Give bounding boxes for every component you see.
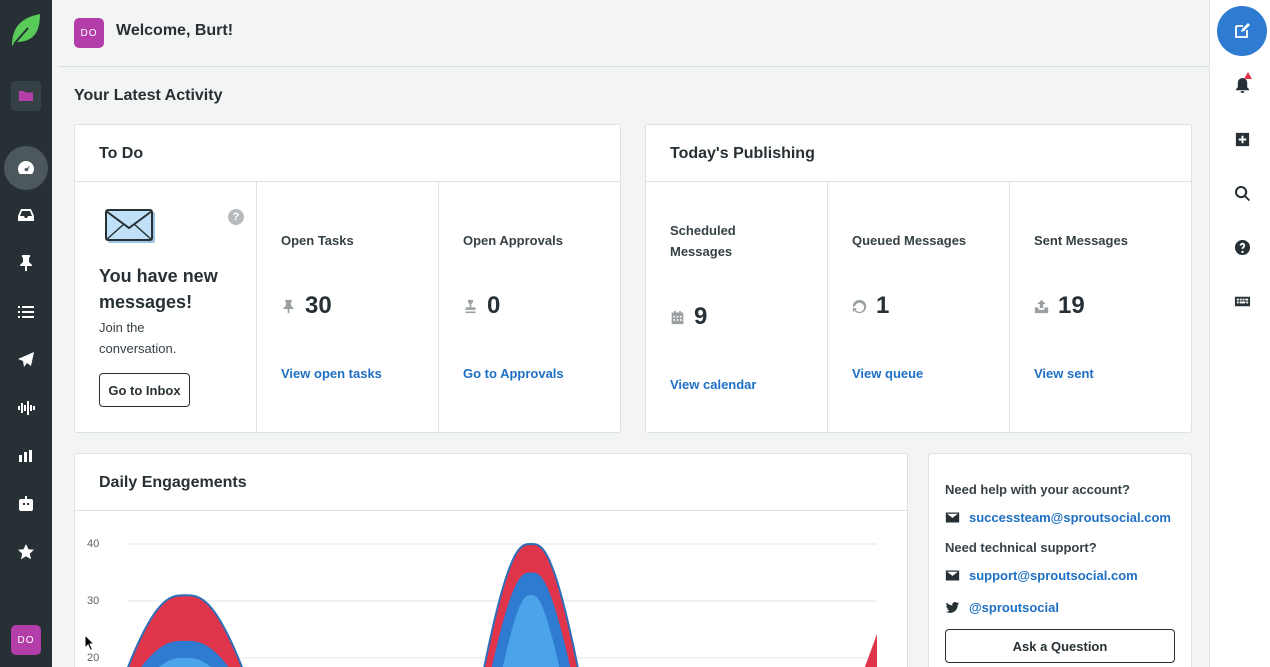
nav-publishing[interactable] [4,338,48,382]
go-to-inbox-button[interactable]: Go to Inbox [99,373,190,407]
help-icon [1234,239,1250,255]
open-tasks-label: Open Tasks [281,233,354,248]
scheduled-messages-count: 9 [694,303,708,330]
envelope-icon [105,209,155,243]
envelope-icon [945,512,960,523]
nav-folder[interactable] [11,81,41,111]
listening-icon [18,401,35,415]
card-title: To Do [99,145,144,162]
sprout-logo[interactable] [10,12,42,48]
nav-tasks[interactable] [4,241,48,285]
pin-icon [283,299,294,313]
twitter-link[interactable]: @sproutsocial [945,600,1059,615]
compose-icon [1235,23,1250,38]
calendar-icon [671,310,684,324]
open-tasks-count: 30 [305,292,332,319]
twitter-icon [945,602,960,613]
send-icon [18,352,34,367]
new-messages-heading: You have new messages! [99,266,218,312]
inbox-panel: ? You have new messages! Join the conver… [75,181,256,433]
queued-messages-count: 1 [876,292,890,319]
folder-icon [19,91,33,101]
sent-tray-icon [1034,299,1049,313]
view-open-tasks-link[interactable]: View open tasks [281,366,382,381]
sent-messages-value: 19 [1034,292,1085,320]
page-header: DO Welcome, Burt! [58,0,1209,67]
nav-inbox[interactable] [4,193,48,237]
open-approvals-value: 0 [463,292,500,320]
twitter-handle[interactable]: @sproutsocial [969,600,1059,615]
daily-engagements-card: Daily Engagements 40 30 20 [74,453,908,667]
sent-messages-count: 19 [1058,292,1085,319]
nav-feeds[interactable] [4,290,48,334]
divider [438,181,439,432]
bell-icon [1235,77,1249,93]
tech-support-heading: Need technical support? [945,540,1097,555]
divider [646,181,1191,182]
list-icon [18,306,34,318]
go-to-approvals-link[interactable]: Go to Approvals [463,366,564,381]
engagements-chart [127,542,877,667]
pin-icon [20,255,32,271]
dashboard-icon [18,161,34,174]
todo-card: To Do ? You have new messages! Join the … [74,124,621,433]
header-avatar[interactable]: DO [74,18,104,48]
nav-bots[interactable] [4,482,48,526]
nav-listening[interactable] [4,386,48,430]
inbox-icon [18,209,34,221]
right-rail [1209,0,1270,667]
queued-messages-label: Queued Messages [852,233,967,248]
queued-messages-value: 1 [852,292,889,320]
sent-messages-label: Sent Messages [1034,233,1128,248]
ask-question-button[interactable]: Ask a Question [945,629,1175,663]
plus-square-icon [1235,132,1249,146]
support-email-link[interactable]: support@sproutsocial.com [945,568,1138,583]
star-icon [18,544,34,560]
help-panel: Need help with your account? successteam… [928,453,1192,667]
open-approvals-count: 0 [487,292,501,319]
account-email[interactable]: successteam@sproutsocial.com [969,510,1171,525]
mouse-cursor [84,634,96,652]
open-tasks-value: 30 [281,292,332,320]
search-button[interactable] [1230,181,1254,205]
help-icon[interactable]: ? [228,209,244,225]
support-email[interactable]: support@sproutsocial.com [969,568,1138,583]
section-title: Your Latest Activity [74,87,223,104]
keyboard-icon [1234,296,1250,306]
keyboard-shortcuts-button[interactable] [1230,289,1254,313]
nav-dashboard[interactable] [4,146,48,190]
compose-button[interactable] [1217,6,1267,56]
add-button[interactable] [1230,127,1254,151]
search-icon [1234,185,1250,201]
open-approvals-label: Open Approvals [463,233,563,248]
help-button[interactable] [1230,235,1254,259]
account-help-heading: Need help with your account? [945,482,1130,497]
nav-reports[interactable] [4,434,48,478]
user-avatar[interactable]: DO [11,625,41,655]
account-email-link[interactable]: successteam@sproutsocial.com [945,510,1171,525]
divider [827,181,828,432]
divider [256,181,257,432]
approval-stamp-icon [465,299,476,313]
bot-icon [19,496,33,511]
scheduled-messages-label: Scheduled Messages [670,223,736,259]
left-navigation: DO [0,0,52,667]
queue-icon [852,299,867,313]
notifications-button[interactable] [1230,72,1254,97]
welcome-text: Welcome, Burt! [116,22,234,39]
view-calendar-link[interactable]: View calendar [670,377,756,392]
notification-alert-icon [1244,72,1252,79]
reports-icon [19,450,32,462]
view-queue-link[interactable]: View queue [852,366,923,381]
card-title: Today's Publishing [670,145,815,162]
envelope-icon [945,570,960,581]
area-series-peak [864,634,877,667]
join-conversation-text: Join the conversation. [99,320,177,356]
scheduled-messages-value: 9 [670,303,707,331]
view-sent-link[interactable]: View sent [1034,366,1094,381]
publishing-card: Today's Publishing Scheduled Messages 9 … [645,124,1192,433]
nav-reviews[interactable] [4,530,48,574]
divider [1009,181,1010,432]
